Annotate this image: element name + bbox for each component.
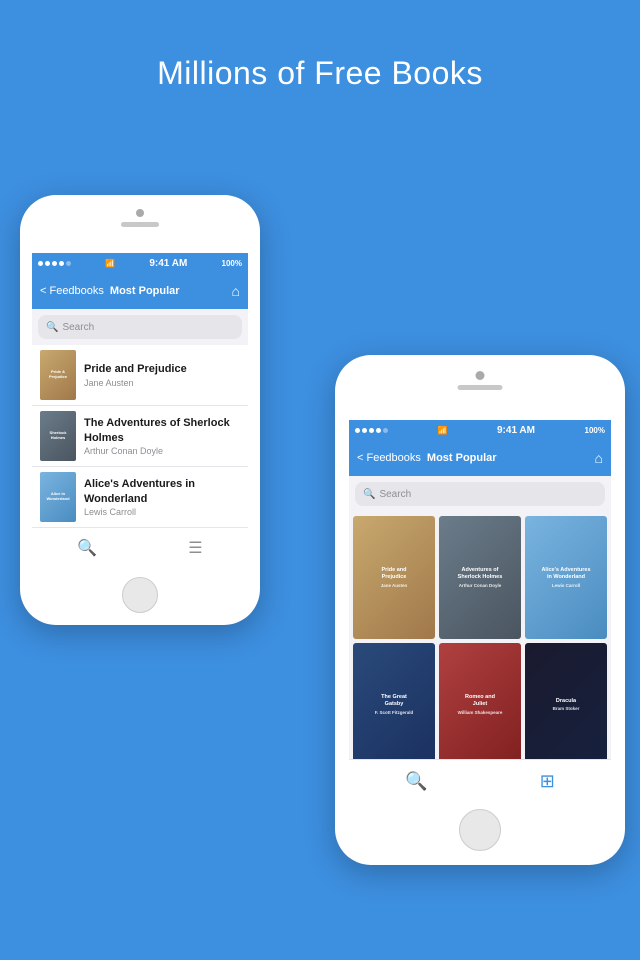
book-thumb-alice: Alice inWonderland — [40, 472, 76, 522]
phone-left-top — [121, 209, 159, 227]
status-time-right: 9:41 AM — [497, 425, 535, 436]
list-item[interactable]: SherlockHolmes The Adventures of Sherloc… — [32, 406, 248, 467]
search-icon-left: 🔍 — [46, 322, 58, 333]
search-placeholder-left: Search — [62, 322, 94, 333]
book-thumb-sherlock: SherlockHolmes — [40, 411, 76, 461]
signal-dots — [38, 261, 71, 266]
search-placeholder-right: Search — [379, 489, 411, 500]
battery-left: 100% — [222, 259, 242, 268]
home-button-right[interactable]: ⌂ — [595, 450, 603, 466]
battery-right: 100% — [585, 426, 605, 435]
book-title: Alice's Adventures in Wonderland — [84, 477, 240, 506]
book-author: Lewis Carroll — [84, 507, 240, 517]
grid-item-pride[interactable]: Pride andPrejudice Jane Austen — [353, 516, 435, 639]
screen-left: 📶 9:41 AM 100% < Feedbooks Most Popular … — [32, 253, 248, 567]
status-bar-right: 📶 9:41 AM 100% — [349, 420, 611, 440]
book-info: Alice's Adventures in Wonderland Lewis C… — [84, 477, 240, 517]
wifi-icon-left: 📶 — [105, 259, 115, 268]
book-title: Pride and Prejudice — [84, 362, 187, 376]
status-bar-left: 📶 9:41 AM 100% — [32, 253, 248, 273]
page-headline: Millions of Free Books — [0, 0, 640, 92]
grid-item-romeo[interactable]: Romeo andJuliet William Shakespeare — [439, 643, 521, 766]
nav-title-left: Most Popular — [110, 285, 180, 297]
nav-bar-right: < Feedbooks Most Popular ⌂ — [349, 440, 611, 476]
book-author: Jane Austen — [84, 378, 187, 388]
search-icon-right: 🔍 — [363, 489, 375, 500]
back-button-left[interactable]: < Feedbooks — [40, 285, 104, 297]
search-bar-left[interactable]: 🔍 Search — [38, 315, 242, 339]
tab-bar-left: 🔍 ☰ — [32, 527, 248, 567]
grid-item-dracula[interactable]: Dracula Bram Stoker — [525, 643, 607, 766]
speaker-right — [458, 385, 503, 390]
list-tab-left[interactable]: ☰ — [188, 538, 202, 558]
search-tab-left[interactable]: 🔍 — [77, 538, 97, 558]
camera-left — [136, 209, 144, 217]
book-thumb-pride: Pride &Prejudice — [40, 350, 76, 400]
book-info: Pride and Prejudice Jane Austen — [84, 362, 187, 387]
home-button-physical-left[interactable] — [122, 577, 158, 613]
speaker-left — [121, 222, 159, 227]
screen-right: 📶 9:41 AM 100% < Feedbooks Most Popular … — [349, 420, 611, 803]
phone-right: 📶 9:41 AM 100% < Feedbooks Most Popular … — [335, 355, 625, 865]
book-info: The Adventures of Sherlock Holmes Arthur… — [84, 416, 240, 456]
nav-bar-left: < Feedbooks Most Popular ⌂ — [32, 273, 248, 309]
phone-left: 📶 9:41 AM 100% < Feedbooks Most Popular … — [20, 195, 260, 625]
grid-item-gatsby[interactable]: The GreatGatsby F. Scott Fitzgerald — [353, 643, 435, 766]
list-item[interactable]: Pride &Prejudice Pride and Prejudice Jan… — [32, 345, 248, 406]
grid-item-sherlock[interactable]: Adventures ofSherlock Holmes Arthur Cona… — [439, 516, 521, 639]
grid-tab-right[interactable]: ⊞ — [540, 771, 555, 792]
tab-bar-right: 🔍 ⊞ — [349, 759, 611, 803]
search-bar-right[interactable]: 🔍 Search — [355, 482, 605, 506]
camera-right — [476, 371, 485, 380]
status-time-left: 9:41 AM — [149, 258, 187, 269]
grid-item-alice[interactable]: Alice's Adventuresin Wonderland Lewis Ca… — [525, 516, 607, 639]
book-title: The Adventures of Sherlock Holmes — [84, 416, 240, 445]
signal-dots-right — [355, 428, 388, 433]
search-tab-right[interactable]: 🔍 — [405, 771, 427, 792]
back-button-right[interactable]: < Feedbooks — [357, 452, 421, 464]
home-button-left[interactable]: ⌂ — [232, 283, 240, 299]
book-author: Arthur Conan Doyle — [84, 446, 240, 456]
phone-right-top — [458, 371, 503, 390]
wifi-icon-right: 📶 — [438, 426, 448, 435]
home-button-physical-right[interactable] — [459, 809, 501, 851]
list-item[interactable]: Alice inWonderland Alice's Adventures in… — [32, 467, 248, 528]
nav-title-right: Most Popular — [427, 452, 497, 464]
